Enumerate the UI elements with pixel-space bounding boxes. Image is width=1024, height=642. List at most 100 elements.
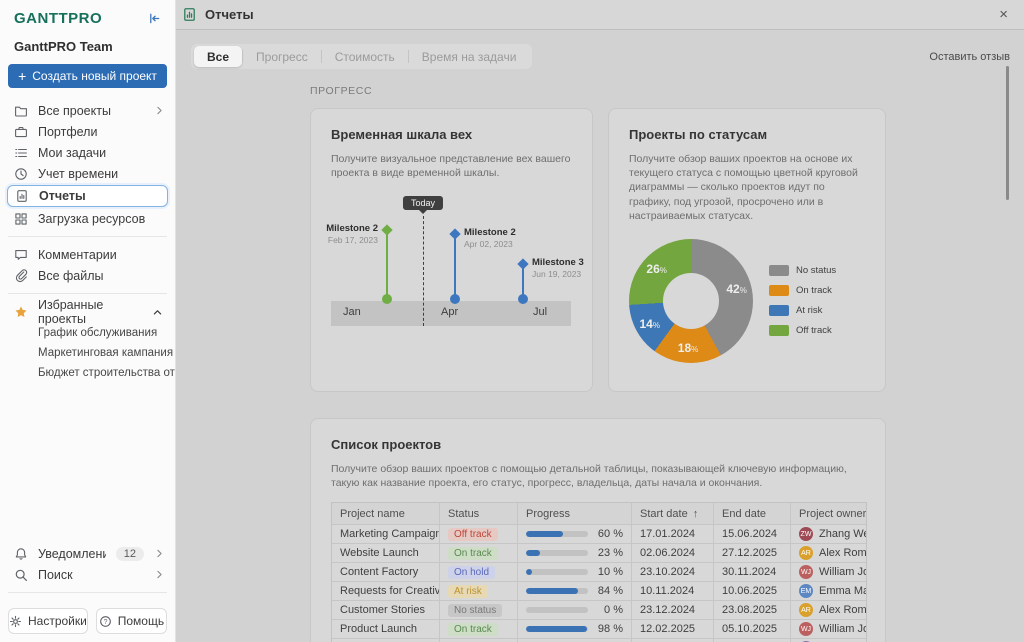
column-header-0[interactable]: Project name — [332, 503, 440, 524]
project-list-card[interactable]: Список проектов Получите обзор ваших про… — [310, 418, 886, 642]
cell-project-name: Marketing Campaign — [332, 525, 440, 543]
sidebar-item-report[interactable]: Отчеты — [7, 185, 168, 207]
projects-by-status-card[interactable]: Проекты по статусам Получите обзор ваших… — [608, 108, 886, 392]
card-title: Временная шкала вех — [331, 127, 572, 142]
cell-end-date: 15.06.2024 — [714, 525, 791, 543]
table-row[interactable]: Marketing CampaignOff track60 %17.01.202… — [332, 525, 866, 544]
sidebar-item-search[interactable]: Поиск — [0, 564, 175, 585]
bell-icon — [14, 547, 28, 561]
table-row[interactable]: Customer StoriesNo status0 %23.12.202423… — [332, 601, 866, 620]
sidebar-item-files[interactable]: Все файлы — [0, 265, 175, 286]
progress-bar — [526, 550, 588, 556]
favorites-list: График обслуживанияМаркетинговая кампани… — [0, 323, 175, 383]
settings-button[interactable]: Настройки — [8, 608, 88, 634]
avatar: AR — [799, 546, 813, 560]
milestone-label: Milestone 2Apr 02, 2023 — [464, 227, 516, 250]
svg-text:?: ? — [103, 618, 107, 625]
favorite-project-item[interactable]: Бюджет строительства отеля — [0, 363, 175, 383]
milestone-dot — [450, 294, 460, 304]
team-name[interactable]: GanttPRO Team — [0, 31, 175, 64]
cell-start-date: 23.10.2024 — [632, 563, 714, 581]
sidebar-item-comments[interactable]: Комментарии — [0, 244, 175, 265]
feedback-link[interactable]: Оставить отзыв — [929, 51, 1010, 63]
tasks-icon — [14, 146, 28, 160]
status-badge: At risk — [448, 585, 488, 598]
vertical-scrollbar[interactable] — [1006, 66, 1009, 200]
column-header-2[interactable]: Progress — [518, 503, 632, 524]
column-header-4[interactable]: End date — [714, 503, 791, 524]
sidebar-item-clock[interactable]: Учет времени — [0, 163, 175, 184]
column-header-3[interactable]: Start date↑ — [632, 503, 714, 524]
close-icon[interactable]: × — [999, 7, 1008, 22]
favorite-project-item[interactable]: Маркетинговая кампания — [0, 343, 175, 363]
table-row[interactable]: Product LaunchOn track98 %12.02.202505.1… — [332, 620, 866, 639]
sidebar-item-folder[interactable]: Все проекты — [0, 100, 175, 121]
notifications-badge: 12 — [116, 547, 144, 561]
owner-name: William Johnson — [819, 623, 866, 635]
sidebar-item-label: Портфели — [38, 125, 165, 139]
cell-project-name: Website Launch — [332, 544, 440, 562]
page-title: Отчеты — [205, 7, 254, 22]
progress-bar — [526, 588, 588, 594]
cell-project-name: Customer Stories — [332, 601, 440, 619]
sidebar-item-notifications[interactable]: Уведомления 12 — [0, 543, 175, 564]
owner-name: William Johnson — [819, 566, 866, 578]
progress-value: 98 % — [598, 623, 623, 635]
tab-2[interactable]: Стоимость — [322, 46, 408, 67]
milestone-timeline-card[interactable]: Временная шкала вех Получите визуальное … — [310, 108, 593, 392]
table-row[interactable]: Requests for Creative Produ...At risk84 … — [332, 582, 866, 601]
sidebar-item-portfolio[interactable]: Портфели — [0, 121, 175, 142]
chevron-right-icon — [154, 569, 165, 580]
progress-value: 84 % — [598, 585, 623, 597]
cell-project-name: Content Factory — [332, 563, 440, 581]
tab-all[interactable]: Все — [194, 46, 242, 67]
table-header-row: Project nameStatusProgressStart date↑End… — [332, 503, 866, 525]
cell-project-owner: ARAlex Roma — [791, 544, 866, 562]
column-header-1[interactable]: Status — [440, 503, 518, 524]
create-project-button[interactable]: + Создать новый проект — [8, 64, 167, 88]
sidebar: GANTTPRO GanttPRO Team + Создать новый п… — [0, 0, 176, 642]
app-window: GANTTPRO GanttPRO Team + Создать новый п… — [0, 0, 1024, 642]
sidebar-item-workload[interactable]: Загрузка ресурсов — [0, 208, 175, 229]
axis-label: Jul — [533, 306, 547, 318]
chevron-right-icon — [154, 548, 165, 559]
sort-arrow-icon: ↑ — [693, 508, 699, 520]
files-icon — [14, 269, 28, 283]
sidebar-item-tasks[interactable]: Мои задачи — [0, 142, 175, 163]
legend-swatch — [769, 305, 789, 316]
cell-end-date: 10.06.2025 — [714, 582, 791, 600]
chevron-right-icon — [154, 105, 165, 116]
avatar: EM — [799, 584, 813, 598]
cell-project-owner: EMEmma Martin — [791, 582, 866, 600]
milestone-diamond-icon — [381, 225, 392, 236]
status-badge: Off track — [448, 528, 498, 541]
tab-3[interactable]: Время на задачи — [409, 46, 530, 67]
clock-icon — [14, 167, 28, 181]
cell-status: On track — [440, 620, 518, 638]
tab-1[interactable]: Прогресс — [243, 46, 321, 67]
divider — [8, 592, 167, 593]
table-row[interactable]: Website LaunchOn track23 %02.06.202427.1… — [332, 544, 866, 563]
sidebar-menu: Все проекты Портфели Мои задачиУчет времен… — [0, 100, 175, 229]
milestone-dot — [518, 294, 528, 304]
cell-project-owner: ZWZhang Wei — [791, 525, 866, 543]
status-badge: On hold — [448, 566, 495, 579]
legend-label: No status — [796, 265, 836, 276]
cell-status: No status — [440, 601, 518, 619]
divider — [8, 293, 167, 294]
table-row[interactable]: Content FactoryOn hold10 %23.10.202430.1… — [332, 563, 866, 582]
card-description: Получите обзор ваших проектов с помощью … — [331, 462, 865, 490]
reports-header: Отчеты × — [176, 0, 1024, 30]
owner-name: Zhang Wei — [819, 528, 866, 540]
status-badge: No status — [448, 604, 502, 617]
cell-start-date: 10.11.2024 — [632, 582, 714, 600]
cell-progress: 0 % — [518, 601, 632, 619]
favorites-header[interactable]: Избранные проекты — [0, 301, 175, 323]
collapse-sidebar-icon[interactable] — [148, 12, 161, 25]
sidebar-item-label: Все файлы — [38, 269, 165, 283]
favorite-project-item[interactable]: График обслуживания — [0, 323, 175, 343]
column-header-5[interactable]: Project owner — [791, 503, 866, 524]
help-button[interactable]: ? Помощь — [96, 608, 167, 634]
donut-slice-label: 42% — [726, 282, 746, 296]
legend-swatch — [769, 325, 789, 336]
